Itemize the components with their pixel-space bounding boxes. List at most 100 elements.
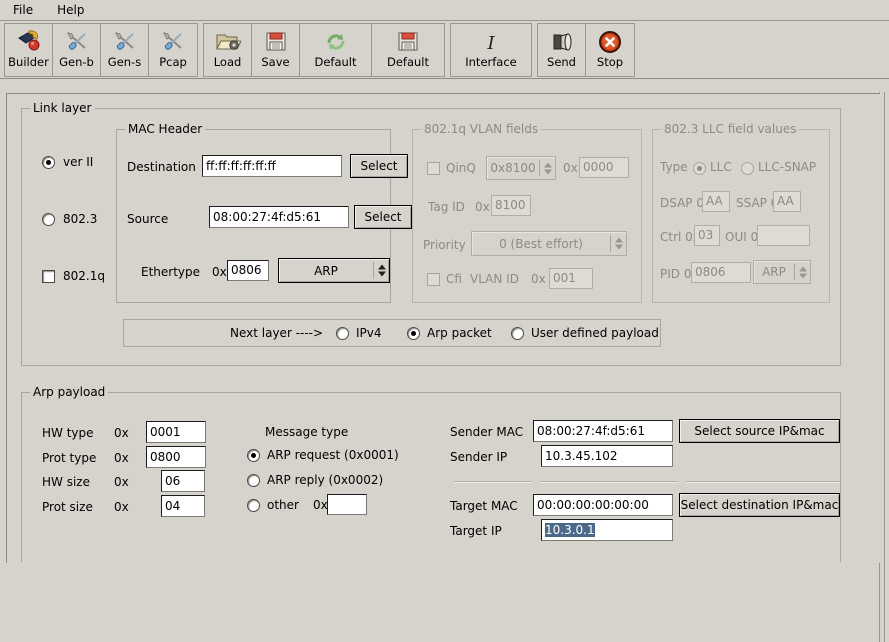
checkbox-qinq[interactable]: [427, 162, 440, 175]
checkbox-802-1q[interactable]: [42, 270, 55, 283]
prot-type-input[interactable]: 0800: [146, 446, 206, 468]
pid-input[interactable]: 0806: [691, 262, 751, 283]
vlanid-prefix: 0x: [531, 272, 546, 286]
checkbox-802-1q-label: 802.1q: [63, 269, 105, 283]
radio-next-layer-arp[interactable]: [407, 327, 420, 340]
toolbar-button-gen-b[interactable]: Gen-b: [53, 24, 101, 76]
target-ip-input[interactable]: 10.3.0.1: [541, 519, 673, 541]
target-ip-label: Target IP: [450, 524, 502, 538]
destination-label: Destination: [127, 160, 196, 174]
radio-arp-other-label: other: [267, 498, 299, 512]
radio-next-layer-ipv4[interactable]: [336, 327, 349, 340]
radio-802-3[interactable]: [42, 213, 55, 226]
oui-input[interactable]: [757, 225, 810, 246]
dsap-input[interactable]: AA: [702, 191, 730, 212]
next-layer-bar: Next layer ----> IPv4 Arp packet User de…: [123, 319, 661, 347]
sender-mac-label: Sender MAC: [450, 425, 523, 439]
toolbar-button-send[interactable]: Send: [538, 24, 586, 76]
pid-combo-label: ARP: [762, 265, 786, 279]
select-destination-ip-mac-button[interactable]: Select destination IP&mac: [679, 493, 840, 517]
sender-ip-input[interactable]: 10.3.45.102: [541, 445, 673, 467]
qinq-spinner[interactable]: [542, 160, 553, 177]
priority-spinner[interactable]: [613, 235, 624, 252]
priority-label: Priority: [423, 238, 466, 252]
link-layer-legend: Link layer: [30, 101, 95, 115]
stop-red-x-icon: [597, 27, 623, 55]
radio-arp-other[interactable]: [247, 499, 260, 512]
toolbar-button-load[interactable]: Load: [204, 24, 252, 76]
cfi-label: Cfi: [446, 272, 462, 286]
menu-item-file[interactable]: File: [8, 2, 38, 18]
builder-panel: Link layer ver II 802.3 802.1q MAC Heade…: [6, 93, 880, 563]
llc-fields-group: 802.3 LLC field values Type LLC LLC-SNAP…: [652, 129, 830, 303]
chevron-up-icon[interactable]: [378, 265, 386, 270]
toolbar-button-interface[interactable]: I Interface: [451, 24, 531, 76]
section-separator-right: [686, 481, 840, 483]
chevron-down-icon[interactable]: [799, 273, 807, 278]
toolbar-button-gen-s[interactable]: Gen-s: [101, 24, 149, 76]
toolbar-button-stop[interactable]: Stop: [586, 24, 634, 76]
arp-other-input[interactable]: [327, 494, 367, 515]
radio-llc[interactable]: [693, 162, 706, 175]
send-speaker-icon: [549, 27, 575, 55]
scroll-area-divider[interactable]: [884, 92, 885, 642]
radio-arp-request[interactable]: [247, 449, 260, 462]
ctrl-input[interactable]: 03: [694, 225, 720, 246]
menu-item-help[interactable]: Help: [52, 2, 89, 18]
toolbar-group-builders: Builder Gen-b Ge: [4, 23, 198, 77]
qinq-combo[interactable]: 0x8100: [486, 156, 556, 180]
hw-size-label: HW size: [42, 475, 90, 489]
vlan-fields-legend: 802.1q VLAN fields: [421, 122, 541, 136]
radio-next-layer-udp-payload[interactable]: [511, 327, 524, 340]
ethertype-combo[interactable]: ARP: [278, 258, 390, 283]
floppy-save-icon: [263, 27, 289, 55]
radio-ver2[interactable]: [42, 156, 55, 169]
arp-other-prefix: 0x: [313, 498, 328, 512]
chevron-down-icon[interactable]: [544, 169, 552, 174]
hw-size-input[interactable]: 06: [161, 470, 205, 492]
select-source-ip-mac-button[interactable]: Select source IP&mac: [679, 419, 840, 443]
pid-spinner[interactable]: [797, 264, 808, 281]
toolbar-button-load-label: Load: [214, 56, 242, 69]
source-select-button[interactable]: Select: [354, 205, 412, 229]
sender-mac-input[interactable]: 08:00:27:4f:d5:61: [533, 420, 673, 442]
radio-ver2-label: ver II: [63, 155, 93, 169]
priority-combo[interactable]: 0 (Best effort): [471, 231, 627, 256]
source-mac-input[interactable]: 08:00:27:4f:d5:61: [209, 206, 349, 228]
radio-llc-snap[interactable]: [741, 162, 754, 175]
hw-type-input[interactable]: 0001: [146, 421, 206, 443]
toolbar-button-builder[interactable]: Builder: [5, 24, 53, 76]
combo-divider: [610, 235, 611, 252]
chevron-down-icon[interactable]: [615, 245, 623, 250]
ethertype-input[interactable]: 0806: [227, 260, 269, 281]
destination-mac-input[interactable]: ff:ff:ff:ff:ff:ff: [202, 155, 342, 177]
pid-combo[interactable]: ARP: [753, 260, 811, 284]
radio-next-layer-ipv4-label: IPv4: [356, 326, 382, 340]
prot-size-input[interactable]: 04: [161, 495, 205, 517]
tagid-input[interactable]: 8100: [491, 195, 531, 216]
ssap-input[interactable]: AA: [773, 191, 801, 212]
toolbar-group-send: Send Stop: [537, 23, 635, 77]
checkbox-cfi[interactable]: [427, 273, 440, 286]
ethertype-spinner[interactable]: [376, 262, 387, 279]
radio-next-layer-udp-payload-label: User defined payload: [531, 326, 659, 340]
target-mac-input[interactable]: 00:00:00:00:00:00: [533, 494, 673, 516]
target-ip-selected-text: 10.3.0.1: [545, 523, 595, 537]
chevron-up-icon[interactable]: [615, 238, 623, 243]
radio-arp-reply[interactable]: [247, 474, 260, 487]
toolbar-button-pcap[interactable]: Pcap: [149, 24, 197, 76]
chevron-up-icon[interactable]: [799, 266, 807, 271]
toolbar-button-save[interactable]: Save: [252, 24, 300, 76]
tools-icon: [64, 27, 90, 55]
chevron-down-icon[interactable]: [378, 272, 386, 277]
chevron-up-icon[interactable]: [544, 162, 552, 167]
destination-select-button[interactable]: Select: [350, 154, 408, 178]
qinq-value-input[interactable]: 0000: [579, 157, 629, 178]
vlanid-input[interactable]: 001: [549, 268, 593, 289]
toolbar-group-interface: I Interface: [450, 23, 532, 77]
toolbar-button-default-save[interactable]: Default: [372, 24, 444, 76]
toolbar-button-default-reset[interactable]: Default: [300, 24, 372, 76]
refresh-green-icon: [323, 27, 349, 55]
svg-text:I: I: [486, 33, 495, 54]
next-layer-label: Next layer ---->: [230, 326, 323, 340]
